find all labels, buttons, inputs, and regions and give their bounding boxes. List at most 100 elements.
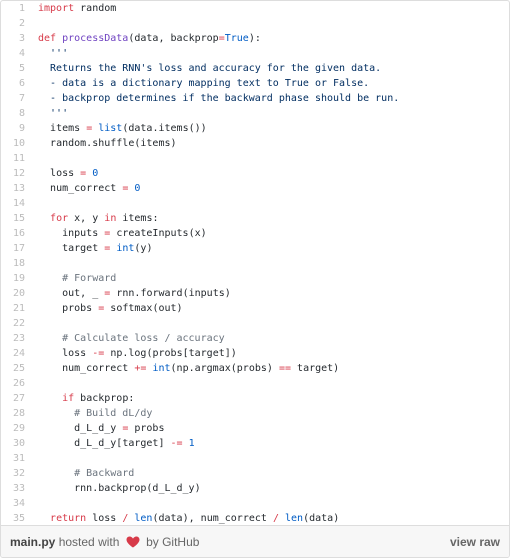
line-code: loss -= np.log(probs[target]) — [62, 348, 237, 359]
line-number[interactable]: 9 — [1, 121, 25, 136]
code-view: 1 import random 2 3 def processData(data, ba… — [1, 1, 509, 524]
code-line: 5 Returns the RNN's loss and accuracy fo… — [1, 61, 509, 76]
code-line: 30 d_L_d_y[target] -= 1 — [1, 436, 509, 451]
line-number[interactable]: 11 — [1, 151, 25, 166]
line-number[interactable]: 8 — [1, 106, 25, 121]
line-number[interactable]: 23 — [1, 331, 25, 346]
gist-footer: main.py hosted with by GitHub view raw — [1, 525, 509, 557]
code-line: 9 items = list(data.items()) — [1, 121, 509, 136]
line-number[interactable]: 26 — [1, 376, 25, 391]
line-number[interactable]: 14 — [1, 196, 25, 211]
code-line: 13 num_correct = 0 — [1, 181, 509, 196]
line-number[interactable]: 25 — [1, 361, 25, 376]
line-number[interactable]: 31 — [1, 451, 25, 466]
line-code: items = list(data.items()) — [50, 123, 207, 134]
heart-icon — [126, 536, 140, 548]
line-code: for x, y in items: — [50, 213, 159, 224]
code-line: 23 # Calculate loss / accuracy — [1, 331, 509, 346]
code-line: 22 — [1, 316, 509, 331]
code-line: 19 # Forward — [1, 271, 509, 286]
code-line: 15 for x, y in items: — [1, 211, 509, 226]
view-raw-link[interactable]: view raw — [450, 535, 500, 549]
code-line: 14 — [1, 196, 509, 211]
hosted-with-text: hosted with — [58, 535, 120, 549]
line-code: # Backward — [74, 468, 135, 479]
code-line: 11 — [1, 151, 509, 166]
code-line: 8 ''' — [1, 106, 509, 121]
code-line: 28 # Build dL/dy — [1, 406, 509, 421]
line-code: num_correct += int(np.argmax(probs) == t… — [62, 363, 340, 374]
line-number[interactable]: 33 — [1, 481, 25, 496]
line-code: if backprop: — [62, 393, 135, 404]
code-line: 10 random.shuffle(items) — [1, 136, 509, 151]
file-name-link[interactable]: main.py — [10, 535, 55, 549]
code-line: 32 # Backward — [1, 466, 509, 481]
line-code: # Calculate loss / accuracy — [62, 333, 225, 344]
line-code: Returns the RNN's loss and accuracy for … — [38, 63, 382, 74]
line-code: ''' — [38, 108, 69, 119]
by-github-link[interactable]: by GitHub — [146, 535, 199, 549]
code-line: 29 d_L_d_y = probs — [1, 421, 509, 436]
line-number[interactable]: 24 — [1, 346, 25, 361]
code-line: 7 - backprop determines if the backward … — [1, 91, 509, 106]
code-line: 27 if backprop: — [1, 391, 509, 406]
line-number[interactable]: 32 — [1, 466, 25, 481]
line-number[interactable]: 5 — [1, 61, 25, 76]
code-line: 35 return loss / len(data), num_correct … — [1, 511, 509, 526]
line-number[interactable]: 19 — [1, 271, 25, 286]
code-line: 26 — [1, 376, 509, 391]
code-line: 17 target = int(y) — [1, 241, 509, 256]
line-number[interactable]: 35 — [1, 511, 25, 526]
code-line: 21 probs = softmax(out) — [1, 301, 509, 316]
line-number[interactable]: 13 — [1, 181, 25, 196]
line-number[interactable]: 15 — [1, 211, 25, 226]
code-line: 12 loss = 0 — [1, 166, 509, 181]
code-line: 20 out, _ = rnn.forward(inputs) — [1, 286, 509, 301]
line-code: loss = 0 — [50, 168, 99, 179]
code-line: 25 num_correct += int(np.argmax(probs) =… — [1, 361, 509, 376]
line-code: # Forward — [62, 273, 117, 284]
line-number[interactable]: 28 — [1, 406, 25, 421]
line-number[interactable]: 1 — [1, 1, 25, 16]
line-code: d_L_d_y = probs — [74, 423, 165, 434]
line-number[interactable]: 12 — [1, 166, 25, 181]
line-number[interactable]: 21 — [1, 301, 25, 316]
line-number[interactable]: 2 — [1, 16, 25, 31]
line-number[interactable]: 4 — [1, 46, 25, 61]
line-code: - data is a dictionary mapping text to T… — [38, 78, 370, 89]
code-line: 3 def processData(data, backprop=True): — [1, 31, 509, 46]
line-number[interactable]: 16 — [1, 226, 25, 241]
line-code: out, _ = rnn.forward(inputs) — [62, 288, 231, 299]
line-code: random.shuffle(items) — [50, 138, 177, 149]
line-code: inputs = createInputs(x) — [62, 228, 207, 239]
footer-meta: main.py hosted with by GitHub — [10, 535, 199, 549]
code-line: 31 — [1, 451, 509, 466]
line-number[interactable]: 29 — [1, 421, 25, 436]
line-number[interactable]: 20 — [1, 286, 25, 301]
line-code: return loss / len(data), num_correct / l… — [50, 513, 340, 524]
line-code: - backprop determines if the backward ph… — [38, 93, 400, 104]
line-number[interactable]: 22 — [1, 316, 25, 331]
line-number[interactable]: 27 — [1, 391, 25, 406]
line-code: probs = softmax(out) — [62, 303, 183, 314]
line-number[interactable]: 3 — [1, 31, 25, 46]
line-number[interactable]: 34 — [1, 496, 25, 511]
line-code: rnn.backprop(d_L_d_y) — [74, 483, 201, 494]
line-code: def processData(data, backprop=True): — [38, 33, 261, 44]
line-code: target = int(y) — [62, 243, 153, 254]
line-number[interactable]: 6 — [1, 76, 25, 91]
code-line: 16 inputs = createInputs(x) — [1, 226, 509, 241]
code-line: 1 import random — [1, 1, 509, 16]
code-line: 24 loss -= np.log(probs[target]) — [1, 346, 509, 361]
code-line: 4 ''' — [1, 46, 509, 61]
line-code: # Build dL/dy — [74, 408, 153, 419]
line-number[interactable]: 7 — [1, 91, 25, 106]
gist-embed: 1 import random 2 3 def processData(data, ba… — [0, 0, 510, 558]
line-number[interactable]: 18 — [1, 256, 25, 271]
line-number[interactable]: 10 — [1, 136, 25, 151]
line-number[interactable]: 30 — [1, 436, 25, 451]
line-code: import random — [38, 3, 117, 14]
code-line: 2 — [1, 16, 509, 31]
line-number[interactable]: 17 — [1, 241, 25, 256]
code-line: 34 — [1, 496, 509, 511]
